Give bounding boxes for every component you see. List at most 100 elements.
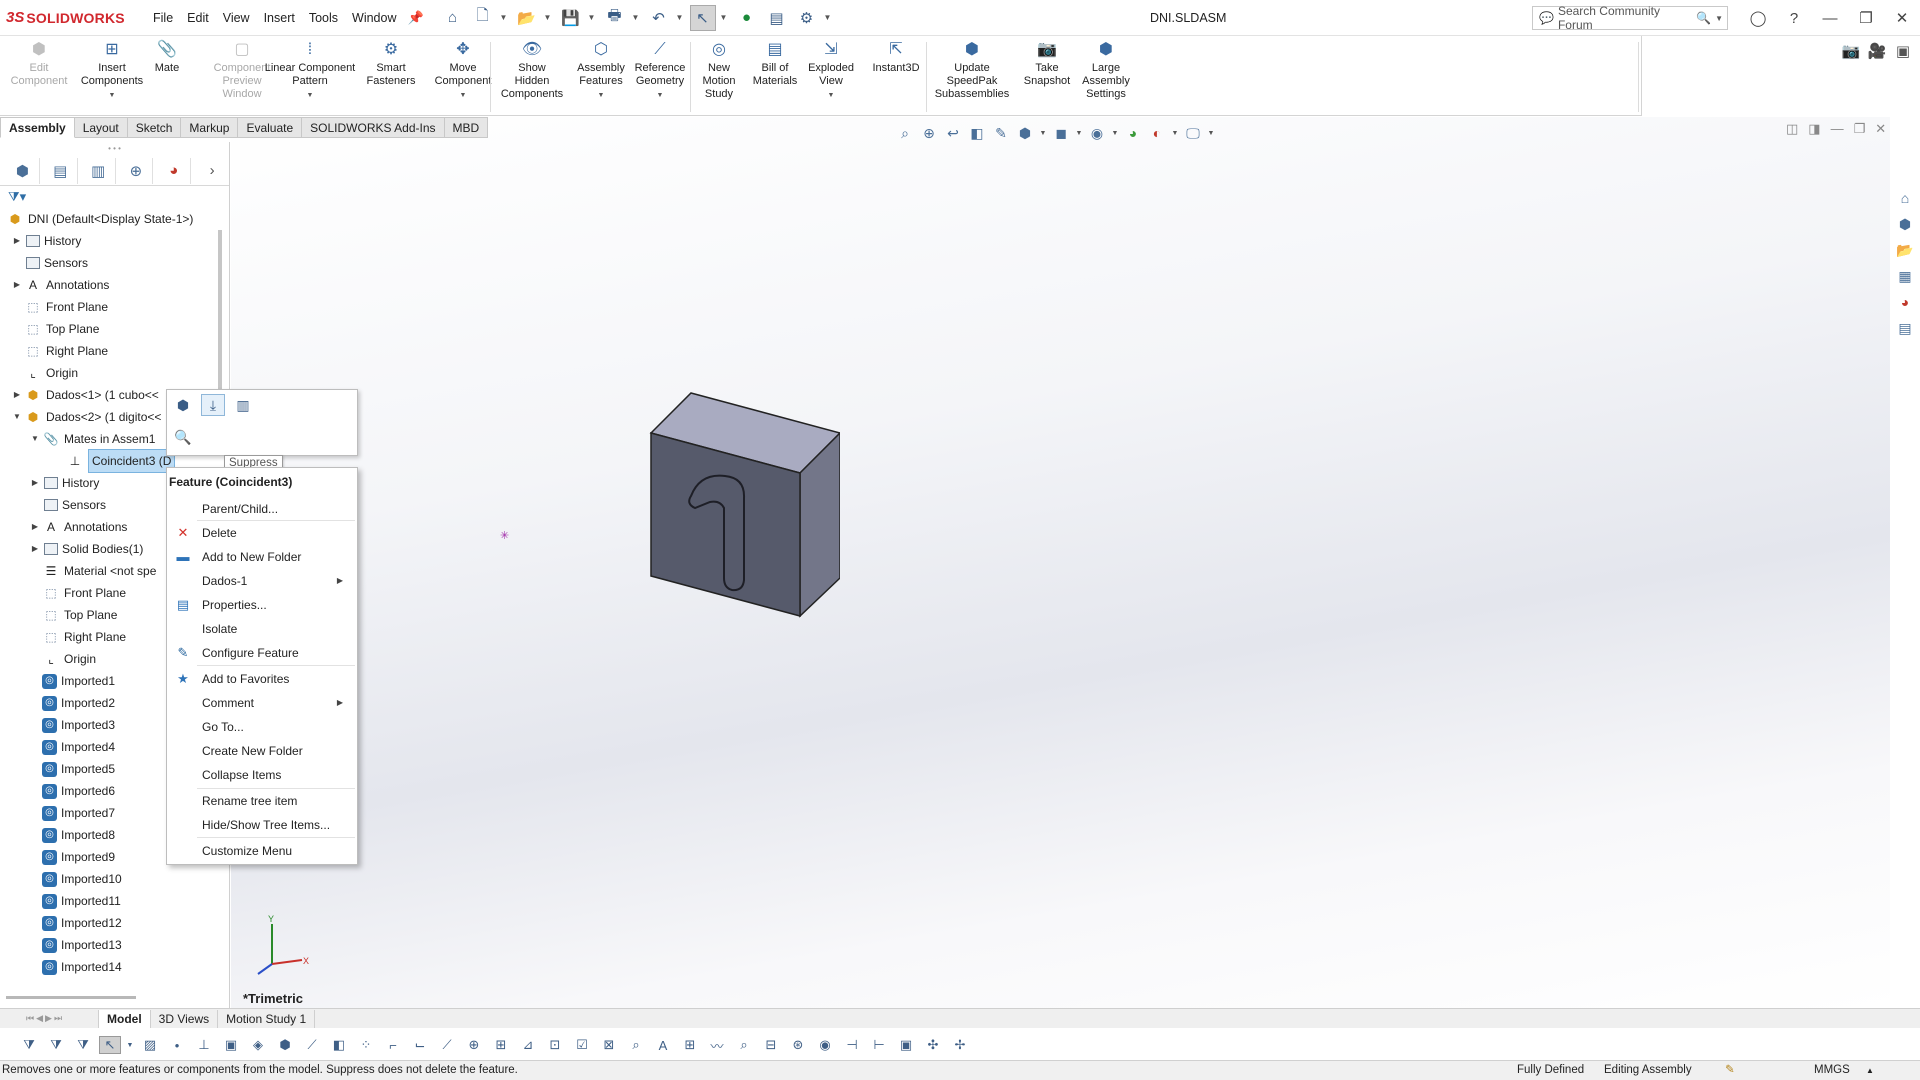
rebuild-indicator-icon[interactable]: ✎ (1725, 1061, 1735, 1080)
filter-surface-bodies-icon[interactable]: ◈ (247, 1037, 269, 1053)
edit-mate-icon[interactable]: ⬢ (171, 394, 195, 416)
filter-loops-icon[interactable]: ⊢ (868, 1037, 890, 1053)
filter-blocks-icon[interactable]: 〰 (706, 1036, 728, 1055)
tree-item[interactable]: ▼ ⬢ Dados<2> (1 digito<< (10, 406, 161, 428)
tree-item[interactable]: ◎ Imported7 (28, 802, 115, 824)
menu-insert[interactable]: Insert (257, 0, 302, 36)
select-dropdown-icon[interactable]: ▼ (126, 1042, 134, 1049)
search-icon[interactable]: 🔍 (1696, 11, 1711, 25)
expand-tabs-icon[interactable]: › (195, 158, 229, 184)
zoom-to-fit-icon[interactable]: ⌕ (895, 125, 915, 142)
menu-window[interactable]: Window (345, 0, 403, 36)
previous-view-icon[interactable]: ↩ (943, 125, 963, 142)
tree-item[interactable]: ◎ Imported1 (28, 670, 115, 692)
filter-sketch-points-icon[interactable]: ⁘ (355, 1037, 377, 1053)
new-document-icon[interactable]: 🗋 (470, 5, 496, 31)
record-icon[interactable]: 🎥 (1866, 42, 1888, 60)
tree-filter-icon[interactable]: ⧩▾ (0, 186, 229, 208)
tree-item[interactable]: ◎ Imported14 (28, 956, 122, 978)
filter-connection-points-icon[interactable]: ⊟ (760, 1037, 782, 1053)
tree-item[interactable]: ▶ History (28, 472, 99, 494)
tree-item[interactable]: ◎ Imported3 (28, 714, 115, 736)
filter-sketch-segments-icon[interactable]: ⌐ (382, 1038, 404, 1053)
new-dropdown-icon[interactable]: ▼ (500, 13, 510, 22)
scene-dropdown-icon[interactable]: ▼ (1171, 130, 1179, 137)
menu-item-add-to-new-folder[interactable]: ▬ Add to New Folder (167, 546, 357, 568)
menu-item-create-new-folder[interactable]: Create New Folder (167, 740, 357, 762)
units-selector[interactable]: MMGS (1814, 1061, 1850, 1080)
configuration-manager-tab-icon[interactable]: ▥ (82, 157, 116, 184)
pin-menu-icon[interactable]: 📌 (408, 10, 426, 26)
tree-item[interactable]: ◎ Imported10 (28, 868, 122, 890)
tab-evaluate[interactable]: Evaluate (238, 117, 303, 138)
filter-dowel-pin-icon[interactable]: ⌕ (733, 1037, 755, 1053)
edit-feature-icon[interactable]: ▥ (231, 394, 255, 416)
help-icon[interactable]: ? (1776, 10, 1812, 27)
tab-markup[interactable]: Markup (181, 117, 239, 138)
bottom-tab-motion-study-1[interactable]: Motion Study 1 (218, 1009, 316, 1028)
filter-faces-icon[interactable]: ⧩ (72, 1037, 94, 1053)
menu-item-add-to-favorites[interactable]: ★ Add to Favorites (167, 668, 357, 690)
viewport-split-right-icon[interactable]: ◨ (1808, 121, 1820, 137)
select-mode-icon[interactable]: ↖ (99, 1036, 121, 1054)
filter-cosmetic-threads-icon[interactable]: ⊞ (679, 1037, 701, 1053)
tree-item[interactable]: Sensors (10, 252, 88, 274)
suppress-icon[interactable]: ⤓ (201, 394, 225, 416)
file-properties-icon[interactable]: ▤ (764, 5, 790, 31)
view-settings-dropdown-icon[interactable]: ▼ (1207, 130, 1215, 137)
tree-horizontal-scrollbar[interactable] (6, 996, 136, 999)
units-dropdown-icon[interactable]: ▲ (1866, 1061, 1874, 1080)
filter-datum-targets-icon[interactable]: A (652, 1038, 674, 1053)
large-assembly-settings-button[interactable]: ⬢ Large Assembly Settings (1076, 40, 1136, 101)
take-snapshot-button[interactable]: 📷 Take Snapshot (1022, 40, 1072, 88)
bill-of-materials-button[interactable]: ▤ Bill of Materials (748, 40, 802, 88)
select-cursor-icon[interactable]: ↖ (689, 4, 716, 31)
solidworks-resources-icon[interactable]: ⌂ (1894, 190, 1916, 210)
menu-item-hide-show-tree-items[interactable]: Hide/Show Tree Items... (167, 814, 357, 836)
tree-item[interactable]: ▶ History (10, 230, 81, 252)
tree-item[interactable]: ▶ A Annotations (10, 274, 109, 296)
filter-mid-surfaces-icon[interactable]: ◉ (814, 1037, 836, 1053)
tree-item[interactable]: ▶ A Annotations (28, 516, 127, 538)
tree-vertical-scrollbar[interactable] (218, 230, 222, 410)
display-manager-tab-icon[interactable]: ◕ (157, 157, 192, 184)
expand-arrow-icon[interactable]: ▶ (10, 230, 24, 252)
undo-icon[interactable]: ↶ (646, 5, 672, 31)
insert-components-button[interactable]: ⊞ Insert Components ▼ (76, 40, 148, 102)
filter-centerlines-icon[interactable]: ⊕ (463, 1037, 485, 1053)
screen-capture-icon[interactable]: ▣ (1892, 42, 1914, 60)
chevron-down-icon[interactable]: ▼ (630, 89, 690, 102)
menu-item-collapse-items[interactable]: Collapse Items (167, 764, 357, 786)
chevron-down-icon[interactable]: ▼ (76, 89, 148, 102)
property-manager-tab-icon[interactable]: ▤ (44, 157, 78, 184)
filter-dimensions-icon[interactable]: ⊞ (490, 1037, 512, 1053)
close-icon[interactable]: ✕ (1884, 9, 1920, 27)
filter-notes-icon[interactable]: ☑ (571, 1037, 593, 1053)
filter-mesh-icon[interactable]: ✢ (949, 1037, 971, 1053)
filter-midpoints-icon[interactable]: ⌙ (409, 1037, 431, 1053)
undo-dropdown-icon[interactable]: ▼ (676, 13, 686, 22)
display-style-dropdown-icon[interactable]: ▼ (1075, 130, 1083, 137)
tree-item[interactable]: ⬚ Top Plane (28, 604, 117, 626)
restore-icon[interactable]: ❐ (1848, 9, 1884, 27)
linear-component-pattern-button[interactable]: ⁞ Linear Component Pattern ▼ (260, 40, 360, 102)
filter-routing-points-icon[interactable]: ⊛ (787, 1037, 809, 1053)
options-dropdown-icon[interactable]: ▼ (824, 13, 834, 22)
edit-appearance-icon[interactable]: ◕ (1123, 125, 1143, 141)
tree-item[interactable]: Sensors (28, 494, 106, 516)
apply-scene-icon[interactable]: ◐ (1147, 125, 1167, 141)
tree-item[interactable]: ◎ Imported4 (28, 736, 115, 758)
file-explorer-icon[interactable]: 📂 (1894, 242, 1916, 262)
filter-edges-icon[interactable]: ⊥ (193, 1037, 215, 1053)
menu-item-delete[interactable]: ✕ Delete (167, 522, 357, 544)
filter-toolbar-icon[interactable]: ⧩ (18, 1037, 40, 1053)
bottom-tab-model[interactable]: Model (98, 1009, 151, 1028)
print-dropdown-icon[interactable]: ▼ (632, 13, 642, 22)
new-motion-study-button[interactable]: ◎ New Motion Study (694, 40, 744, 101)
view-orientation-icon[interactable]: ⬢ (1015, 125, 1035, 142)
chevron-down-icon[interactable]: ▼ (260, 89, 360, 102)
mate-button[interactable]: 📎 Mate (152, 40, 182, 75)
menu-item-rename-tree-item[interactable]: Rename tree item (167, 790, 357, 812)
chevron-down-icon[interactable]: ▼ (574, 89, 628, 102)
tab-layout[interactable]: Layout (74, 117, 128, 138)
